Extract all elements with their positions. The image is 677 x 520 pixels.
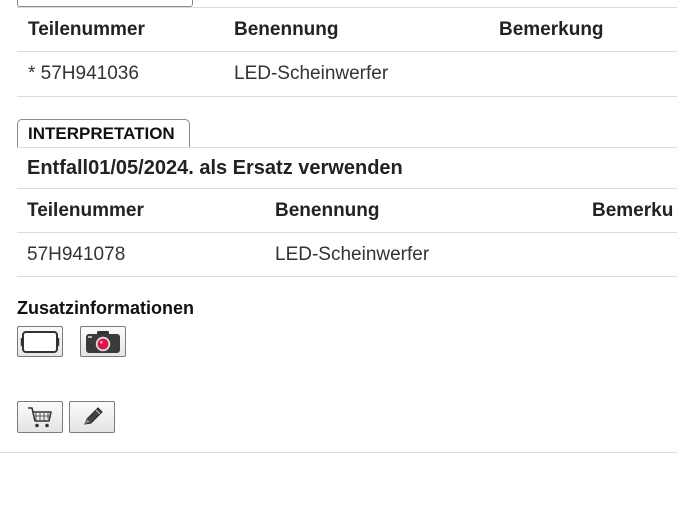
part-description: LED-Scheinwerfer: [275, 244, 430, 265]
divider: [0, 452, 677, 453]
image-frame-button[interactable]: [17, 326, 63, 357]
table-header-row: Teilenummer Benennung Bemerku: [17, 189, 677, 233]
shopping-cart-icon: [28, 407, 52, 428]
camera-button[interactable]: [80, 326, 126, 357]
top-tab-stub: [17, 0, 193, 7]
interpretation-note: Entfall01/05/2024. als Ersatz verwenden: [17, 148, 677, 189]
table-row[interactable]: 57H941078 LED-Scheinwerfer: [17, 233, 677, 277]
column-header-bemerkung: Bemerkung: [499, 19, 604, 40]
part-description: LED-Scheinwerfer: [234, 63, 389, 84]
interpretation-text: Entfall01/05/2024. als Ersatz verwenden: [27, 157, 403, 179]
column-header-benennung: Benennung: [234, 19, 339, 40]
table-header-row: Teilenummer Benennung Bemerkung: [17, 8, 677, 52]
pencil-icon: [84, 407, 103, 425]
camera-icon: [86, 330, 120, 353]
column-header-benennung: Benennung: [275, 200, 380, 221]
table-row[interactable]: * 57H941036 LED-Scheinwerfer: [17, 52, 677, 97]
image-frame-icon: [20, 330, 60, 353]
additional-info-title: Zusatzinformationen: [17, 298, 195, 318]
edit-button[interactable]: [69, 401, 115, 433]
column-header-bemerkung: Bemerku: [592, 200, 674, 221]
tab-interpretation[interactable]: INTERPRETATION: [17, 119, 190, 147]
replacement-parts-table: Teilenummer Benennung Bemerku 57H941078 …: [17, 189, 677, 277]
parts-table: Teilenummer Benennung Bemerkung * 57H941…: [17, 8, 677, 97]
column-header-teilenummer: Teilenummer: [28, 19, 145, 40]
column-header-teilenummer: Teilenummer: [27, 200, 144, 221]
part-number[interactable]: * 57H941036: [28, 52, 139, 96]
add-to-cart-button[interactable]: [17, 401, 63, 433]
part-number[interactable]: 57H941078: [27, 233, 125, 276]
